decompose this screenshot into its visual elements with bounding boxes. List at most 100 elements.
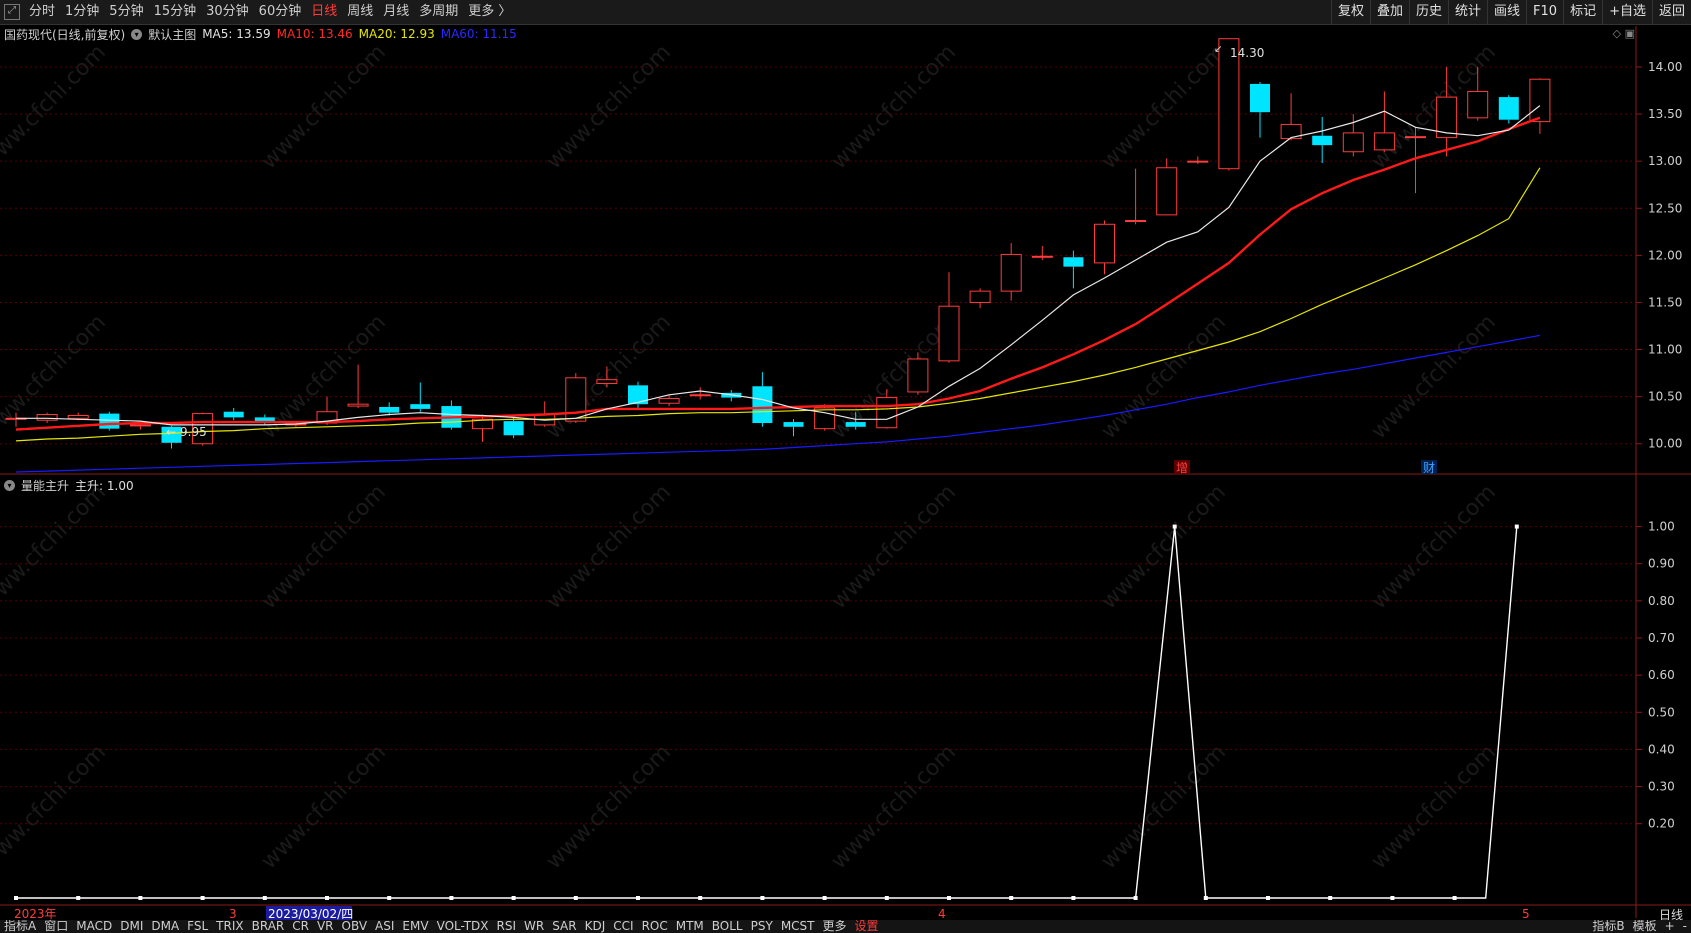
watermark-text: www.cfchi.com bbox=[542, 480, 676, 614]
indicator-tab-18[interactable]: CCI bbox=[609, 920, 637, 933]
indicator-tab-15[interactable]: WR bbox=[520, 920, 548, 933]
sub-indicator-point bbox=[14, 896, 18, 900]
indicator-tab-6[interactable]: TRIX bbox=[212, 920, 247, 933]
candle[interactable] bbox=[938, 272, 960, 363]
indicator-tab-2[interactable]: MACD bbox=[72, 920, 116, 933]
marker-zeng[interactable]: 增 bbox=[1176, 461, 1188, 475]
sub-indicator-point bbox=[449, 896, 454, 900]
watermark-text: www.cfchi.com bbox=[0, 40, 111, 174]
sub-axis-label: 0.40 bbox=[1648, 742, 1675, 756]
sub-indicator-point bbox=[262, 896, 267, 900]
candle[interactable] bbox=[472, 414, 493, 442]
month-5-label: 5 bbox=[1522, 907, 1530, 921]
candle[interactable] bbox=[223, 407, 244, 421]
indicator-tab-10[interactable]: OBV bbox=[338, 920, 372, 933]
indicator-tab-23[interactable]: MCST bbox=[777, 920, 819, 933]
chart-canvas[interactable]: www.cfchi.com www.cfchi.com www.cfchi.com w… bbox=[0, 0, 1691, 933]
indicator-tab-5[interactable]: FSL bbox=[183, 920, 212, 933]
ma20-line bbox=[15, 167, 1541, 442]
indicator-tab-11[interactable]: ASI bbox=[371, 920, 398, 933]
candle[interactable] bbox=[1250, 82, 1270, 138]
bottom-right-button-3[interactable]: - bbox=[1679, 920, 1691, 933]
candle[interactable] bbox=[1094, 220, 1115, 275]
sub-axis-label: 0.80 bbox=[1648, 594, 1675, 608]
indicator-tab-13[interactable]: VOL-TDX bbox=[433, 920, 493, 933]
indicator-tab-8[interactable]: CR bbox=[288, 920, 313, 933]
sub-indicator-point bbox=[1133, 896, 1138, 900]
candle[interactable] bbox=[410, 382, 431, 412]
price-axis-label: 10.50 bbox=[1648, 390, 1682, 404]
candle[interactable] bbox=[1063, 250, 1084, 289]
sub-indicator-point bbox=[636, 896, 640, 900]
indicator-tab-20[interactable]: MTM bbox=[672, 920, 708, 933]
candle[interactable] bbox=[1312, 116, 1333, 164]
indicator-tab-17[interactable]: KDJ bbox=[581, 920, 610, 933]
sub-indicator-point bbox=[884, 896, 889, 900]
indicator-tab-24[interactable]: 更多 bbox=[819, 920, 851, 933]
indicator-tab-16[interactable]: SAR bbox=[548, 920, 580, 933]
watermark-text: www.cfchi.com bbox=[1367, 310, 1501, 444]
ma10-line bbox=[15, 116, 1541, 431]
sub-indicator-point bbox=[1514, 524, 1519, 529]
candle[interactable] bbox=[503, 417, 524, 439]
indicator-tab-19[interactable]: ROC bbox=[638, 920, 672, 933]
candle[interactable] bbox=[969, 288, 991, 309]
sub-axis-label: 0.90 bbox=[1648, 557, 1675, 571]
price-axis-label: 11.00 bbox=[1648, 343, 1682, 357]
indicator-tab-7[interactable]: BRAR bbox=[248, 920, 289, 933]
candle[interactable] bbox=[783, 419, 804, 437]
watermark-text: www.cfchi.com bbox=[1097, 740, 1231, 874]
indicator-tab-9[interactable]: VR bbox=[313, 920, 338, 933]
indicator-tab-3[interactable]: DMI bbox=[116, 920, 147, 933]
candle[interactable] bbox=[1000, 243, 1022, 301]
candle[interactable] bbox=[689, 387, 711, 400]
watermark-text: www.cfchi.com bbox=[1097, 310, 1231, 444]
month-3-label: 3 bbox=[229, 907, 237, 921]
sub-axis-label: 1.00 bbox=[1648, 520, 1675, 534]
sub-axis-label: 0.30 bbox=[1648, 780, 1675, 794]
indicator-tab-0[interactable]: 指标A bbox=[0, 920, 40, 933]
sub-indicator-point bbox=[76, 896, 81, 900]
candle[interactable] bbox=[1498, 95, 1519, 124]
candle[interactable] bbox=[565, 373, 587, 424]
watermark-text: www.cfchi.com bbox=[542, 310, 676, 444]
indicator-tab-25[interactable]: 设置 bbox=[851, 920, 883, 933]
candle[interactable] bbox=[1373, 91, 1395, 152]
indicator-tab-22[interactable]: PSY bbox=[747, 920, 777, 933]
candle[interactable] bbox=[1187, 156, 1209, 164]
price-axis-label: 13.00 bbox=[1648, 154, 1682, 168]
bottom-right-button-0[interactable]: 指标B bbox=[1588, 920, 1628, 933]
sub-indicator-point bbox=[760, 896, 765, 900]
price-axis-label: 12.00 bbox=[1648, 248, 1682, 262]
candle[interactable] bbox=[1031, 245, 1053, 261]
sub-indicator-point bbox=[1390, 896, 1395, 900]
candle[interactable] bbox=[1125, 168, 1147, 225]
indicator-tab-4[interactable]: DMA bbox=[147, 920, 183, 933]
sub-indicator-point bbox=[1009, 896, 1014, 900]
sub-indicator-point bbox=[1172, 524, 1177, 529]
candle[interactable] bbox=[907, 352, 929, 395]
price-axis-label: 12.50 bbox=[1648, 201, 1682, 215]
candle[interactable] bbox=[814, 404, 836, 431]
sub-indicator-point bbox=[511, 896, 516, 900]
marker-cai[interactable]: 财 bbox=[1423, 461, 1435, 475]
candle[interactable] bbox=[347, 364, 369, 408]
indicator-tab-21[interactable]: BOLL bbox=[708, 920, 747, 933]
candle[interactable] bbox=[1280, 93, 1302, 141]
low-arrow-icon: ← bbox=[166, 425, 176, 439]
sub-indicator-point bbox=[1203, 896, 1208, 900]
sub-indicator-point bbox=[138, 896, 143, 900]
candle[interactable] bbox=[99, 411, 120, 431]
watermark-text: www.cfchi.com bbox=[827, 740, 961, 874]
bottom-right-button-1[interactable]: 模板 bbox=[1629, 920, 1661, 933]
watermark-text: www.cfchi.com bbox=[1367, 740, 1501, 874]
indicator-tab-12[interactable]: EMV bbox=[398, 920, 432, 933]
price-axis-label: 13.50 bbox=[1648, 107, 1682, 121]
bottom-right-button-2[interactable]: + bbox=[1661, 920, 1679, 933]
watermark-text: www.cfchi.com bbox=[542, 740, 676, 874]
indicator-tab-14[interactable]: RSI bbox=[493, 920, 521, 933]
price-axis-label: 10.00 bbox=[1648, 437, 1682, 451]
indicator-tab-1[interactable]: 窗口 bbox=[40, 920, 72, 933]
candle[interactable] bbox=[1156, 158, 1178, 216]
sub-axis-label: 0.70 bbox=[1648, 631, 1675, 645]
